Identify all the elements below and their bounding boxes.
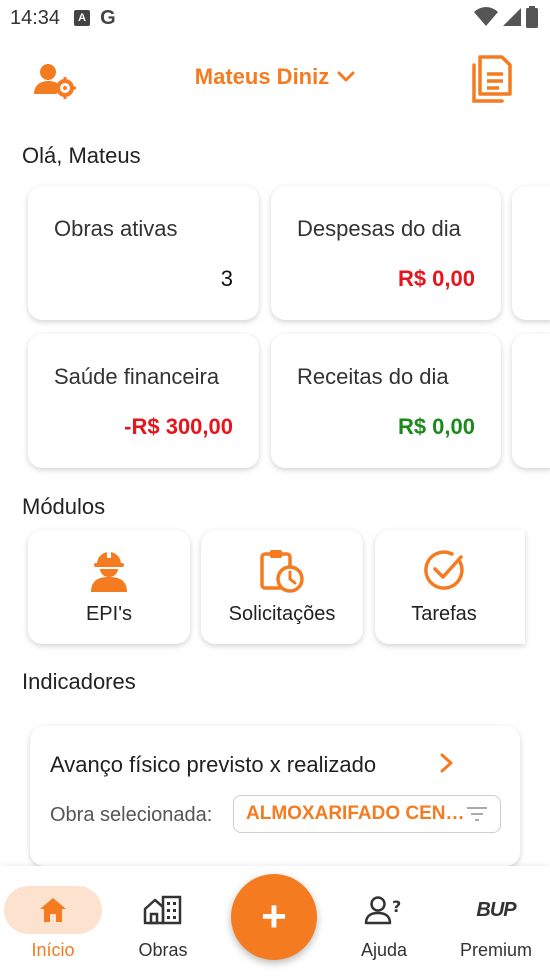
battery-icon <box>526 6 538 28</box>
stat-card-receitas[interactable]: Receitas do dia R$ 0,00 <box>271 334 501 468</box>
filter-icon <box>467 807 487 821</box>
app-header: Mateus Diniz <box>0 50 550 110</box>
nav-item-ajuda[interactable]: ? Ajuda <box>334 886 434 966</box>
notification-a-icon: A <box>74 10 91 26</box>
add-button[interactable]: + <box>231 874 317 960</box>
obra-select-value: ALMOXARIFADO CENTRAL <box>246 803 466 824</box>
indicator-title: Avanço físico previsto x realizado <box>50 752 377 777</box>
wifi-icon <box>474 7 498 27</box>
greeting: Olá, Mateus <box>22 143 141 168</box>
document-icon[interactable] <box>470 54 514 104</box>
obra-label: Obra selecionada: <box>50 804 213 826</box>
nav-item-obras[interactable]: Obras <box>113 886 213 966</box>
stat-card-obras-ativas[interactable]: Obras ativas 3 <box>28 186 259 320</box>
stat-card-despesas[interactable]: Despesas do dia R$ 0,00 <box>271 186 501 320</box>
user-name: Mateus Diniz <box>194 64 330 89</box>
module-epis[interactable]: EPI's <box>28 530 190 644</box>
cell-signal-icon <box>503 8 521 26</box>
stat-label: Obras ativas <box>54 216 178 241</box>
check-circle-icon <box>424 550 464 590</box>
modules-title: Módulos <box>22 494 106 519</box>
home-icon <box>40 898 66 922</box>
nav-label: Ajuda <box>360 940 408 960</box>
module-label: EPI's <box>85 603 133 625</box>
status-bar: 14:34 A G <box>0 0 550 36</box>
user-selector[interactable]: Mateus Diniz <box>0 64 550 90</box>
stat-value: R$ 0,00 <box>397 266 475 291</box>
clipboard-clock-icon <box>260 550 304 593</box>
stat-label: Saúde financeira <box>54 364 220 389</box>
nav-item-premium[interactable]: BUP Premium <box>446 886 546 966</box>
nav-item-inicio[interactable]: Início <box>3 886 103 966</box>
status-right-icons <box>474 6 538 28</box>
status-time: 14:34 <box>10 6 61 29</box>
premium-logo-icon: BUP <box>476 898 516 921</box>
module-label: Tarefas <box>411 603 477 625</box>
nav-label: Premium <box>459 940 532 960</box>
nav-label: Início <box>31 940 75 960</box>
google-icon: G <box>100 6 116 29</box>
user-help-icon: ? <box>364 896 401 925</box>
nav-active-pill <box>4 886 102 934</box>
module-solicitacoes[interactable]: Solicitações <box>201 530 363 644</box>
stat-value: -R$ 300,00 <box>124 414 233 439</box>
obra-select[interactable]: ALMOXARIFADO CENTRAL <box>233 795 501 833</box>
stat-card-partial[interactable] <box>512 186 550 320</box>
svg-text:?: ? <box>392 897 401 916</box>
stat-label: Receitas do dia <box>297 364 449 389</box>
stat-value: R$ 0,00 <box>397 414 475 439</box>
chevron-down-icon <box>337 71 355 82</box>
buildings-icon <box>143 895 182 925</box>
chevron-right-icon[interactable] <box>438 752 456 774</box>
bottom-nav: Início Obras + ? Ajuda BUP Premium <box>0 866 550 980</box>
stat-card-partial[interactable] <box>512 334 550 468</box>
stat-card-saude-financeira[interactable]: Saúde financeira -R$ 300,00 <box>28 334 259 468</box>
indicator-card: Avanço físico previsto x realizado Obra … <box>30 726 520 866</box>
module-tarefas[interactable]: Tarefas <box>375 530 525 644</box>
nav-label: Obras <box>138 940 188 960</box>
indicators-title: Indicadores <box>22 669 136 694</box>
stat-value: 3 <box>220 266 233 291</box>
stat-label: Despesas do dia <box>297 216 461 241</box>
module-label: Solicitações <box>228 603 336 625</box>
worker-helmet-icon <box>91 550 127 592</box>
